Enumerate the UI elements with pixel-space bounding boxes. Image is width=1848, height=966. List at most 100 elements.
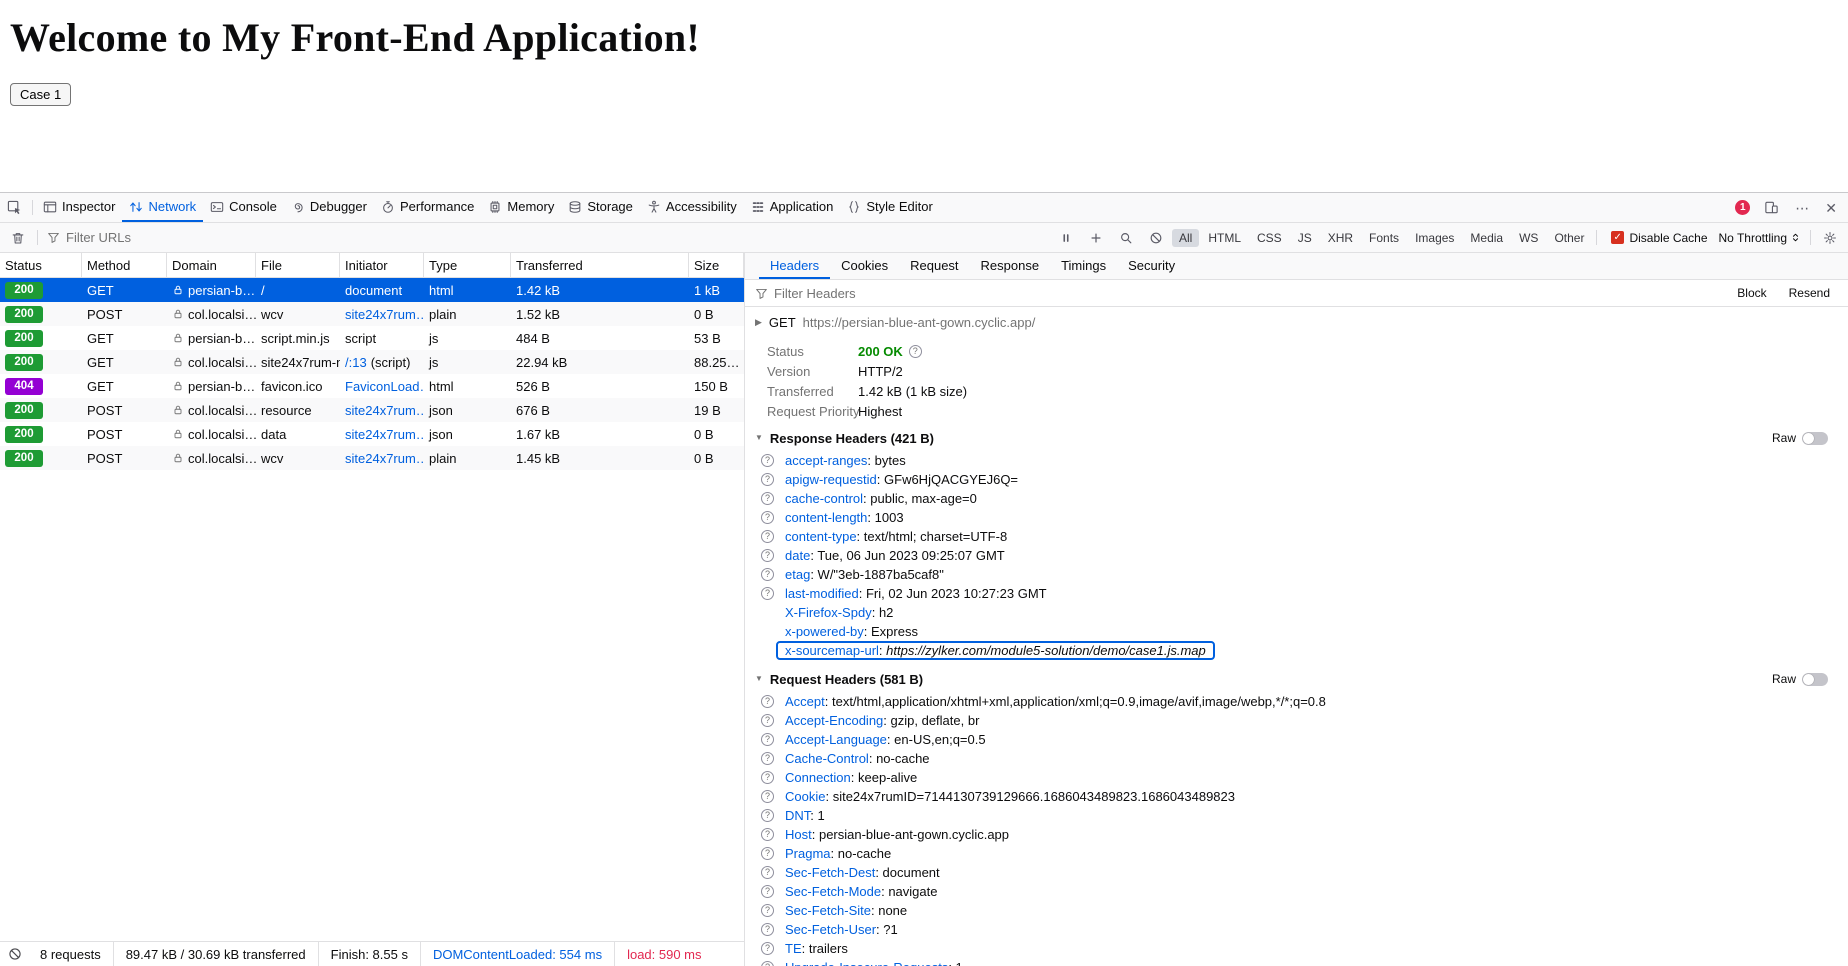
help-icon[interactable]: ? (761, 923, 774, 936)
column-header-file[interactable]: File (256, 253, 340, 277)
header-x-firefox-spdy[interactable]: X-Firefox-Spdy: h2 (745, 603, 1848, 622)
initiator-link[interactable]: site24x7rum… (345, 307, 424, 322)
initiator-link[interactable]: /:13 (345, 355, 367, 370)
initiator-link[interactable]: site24x7rum… (345, 451, 424, 466)
help-icon[interactable]: ? (761, 771, 774, 784)
help-icon[interactable]: ? (761, 549, 774, 562)
filter-headers-input[interactable] (774, 286, 1723, 301)
throttling-select[interactable]: No Throttling (1719, 231, 1801, 245)
type-filter-html[interactable]: HTML (1201, 229, 1248, 247)
help-icon[interactable]: ? (761, 695, 774, 708)
header-te[interactable]: ?TE: trailers (745, 939, 1848, 958)
header-x-powered-by[interactable]: x-powered-by: Express (745, 622, 1848, 641)
twisty-collapsed-icon[interactable]: ▶ (755, 318, 762, 327)
request-row[interactable]: 200POSTcol.localsi…datasite24x7rum…json1… (0, 422, 744, 446)
tab-debugger[interactable]: Debugger (284, 193, 374, 222)
help-icon[interactable]: ? (761, 454, 774, 467)
initiator-link[interactable]: site24x7rum… (345, 427, 424, 442)
twisty-expanded-icon[interactable]: ▼ (755, 434, 763, 442)
header-last-modified[interactable]: ?last-modified: Fri, 02 Jun 2023 10:27:2… (745, 584, 1848, 603)
column-header-domain[interactable]: Domain (167, 253, 256, 277)
help-icon[interactable]: ? (909, 345, 922, 358)
initiator-link[interactable]: FaviconLoad… (345, 379, 424, 394)
tab-performance[interactable]: Performance (374, 193, 481, 222)
column-header-initiator[interactable]: Initiator (340, 253, 424, 277)
header-accept[interactable]: ?Accept: text/html,application/xhtml+xml… (745, 692, 1848, 711)
twisty-expanded-icon[interactable]: ▼ (755, 675, 763, 683)
search-icon[interactable] (1112, 223, 1140, 252)
meatball-menu-icon[interactable]: ⋯ (1788, 193, 1816, 222)
request-headers-section[interactable]: ▼ Request Headers (581 B) Raw (745, 668, 1848, 690)
tab-application[interactable]: Application (744, 193, 841, 222)
tab-network[interactable]: Network (122, 193, 203, 222)
help-icon[interactable]: ? (761, 961, 774, 966)
header-pragma[interactable]: ?Pragma: no-cache (745, 844, 1848, 863)
header-connection[interactable]: ?Connection: keep-alive (745, 768, 1848, 787)
column-header-size[interactable]: Size (689, 253, 744, 277)
detail-tab-request[interactable]: Request (899, 253, 969, 279)
type-filter-media[interactable]: Media (1463, 229, 1510, 247)
case1-button[interactable]: Case 1 (10, 83, 71, 106)
help-icon[interactable]: ? (761, 714, 774, 727)
help-icon[interactable]: ? (761, 587, 774, 600)
help-icon[interactable]: ? (761, 530, 774, 543)
help-icon[interactable]: ? (761, 809, 774, 822)
header-date[interactable]: ?date: Tue, 06 Jun 2023 09:25:07 GMT (745, 546, 1848, 565)
tab-inspector[interactable]: Inspector (36, 193, 122, 222)
pick-element-icon[interactable] (0, 193, 29, 222)
help-icon[interactable]: ? (761, 790, 774, 803)
help-icon[interactable]: ? (761, 492, 774, 505)
header-accept-encoding[interactable]: ?Accept-Encoding: gzip, deflate, br (745, 711, 1848, 730)
header-accept-ranges[interactable]: ?accept-ranges: bytes (745, 451, 1848, 470)
help-icon[interactable]: ? (761, 511, 774, 524)
column-header-status[interactable]: Status (0, 253, 82, 277)
header-sec-fetch-site[interactable]: ?Sec-Fetch-Site: none (745, 901, 1848, 920)
initiator-link[interactable]: site24x7rum… (345, 403, 424, 418)
network-settings-gear-icon[interactable] (1816, 223, 1844, 252)
help-icon[interactable]: ? (761, 828, 774, 841)
header-apigw-requestid[interactable]: ?apigw-requestid: GFw6HjQACGYEJ6Q= (745, 470, 1848, 489)
type-filter-images[interactable]: Images (1408, 229, 1461, 247)
close-devtools-icon[interactable]: ✕ (1818, 193, 1844, 222)
detail-tab-headers[interactable]: Headers (759, 253, 830, 279)
header-sec-fetch-user[interactable]: ?Sec-Fetch-User: ?1 (745, 920, 1848, 939)
help-icon[interactable]: ? (761, 752, 774, 765)
type-filter-xhr[interactable]: XHR (1321, 229, 1360, 247)
tab-console[interactable]: Console (203, 193, 284, 222)
type-filter-fonts[interactable]: Fonts (1362, 229, 1406, 247)
detail-tab-security[interactable]: Security (1117, 253, 1186, 279)
error-count-badge[interactable]: 1 (1735, 200, 1750, 215)
pause-icon[interactable] (1052, 223, 1080, 252)
type-filter-css[interactable]: CSS (1250, 229, 1289, 247)
header-content-length[interactable]: ?content-length: 1003 (745, 508, 1848, 527)
help-icon[interactable]: ? (761, 568, 774, 581)
response-headers-section[interactable]: ▼ Response Headers (421 B) Raw (745, 427, 1848, 449)
clear-requests-trash-icon[interactable] (4, 223, 32, 252)
request-row[interactable]: 200GETcol.localsi…site24x7rum-mi…/:13 (s… (0, 350, 744, 374)
header-host[interactable]: ?Host: persian-blue-ant-gown.cyclic.app (745, 825, 1848, 844)
type-filter-js[interactable]: JS (1291, 229, 1319, 247)
tab-accessibility[interactable]: Accessibility (640, 193, 744, 222)
column-header-transferred[interactable]: Transferred (511, 253, 689, 277)
help-icon[interactable]: ? (761, 866, 774, 879)
type-filter-ws[interactable]: WS (1512, 229, 1545, 247)
detail-tab-timings[interactable]: Timings (1050, 253, 1117, 279)
request-row[interactable]: 200POSTcol.localsi…resourcesite24x7rum…j… (0, 398, 744, 422)
request-summary-line[interactable]: ▶ GET https://persian-blue-ant-gown.cycl… (745, 312, 1848, 332)
header-accept-language[interactable]: ?Accept-Language: en-US,en;q=0.5 (745, 730, 1848, 749)
block-button[interactable]: Block (1729, 284, 1774, 302)
tab-memory[interactable]: Memory (481, 193, 561, 222)
help-icon[interactable]: ? (761, 847, 774, 860)
request-row[interactable]: 200POSTcol.localsi…wcvsite24x7rum…plain1… (0, 302, 744, 326)
header-content-type[interactable]: ?content-type: text/html; charset=UTF-8 (745, 527, 1848, 546)
header-sec-fetch-dest[interactable]: ?Sec-Fetch-Dest: document (745, 863, 1848, 882)
header-cache-control[interactable]: ?cache-control: public, max-age=0 (745, 489, 1848, 508)
help-icon[interactable]: ? (761, 904, 774, 917)
header-dnt[interactable]: ?DNT: 1 (745, 806, 1848, 825)
tab-storage[interactable]: Storage (561, 193, 640, 222)
disable-cache-toggle[interactable]: Disable Cache (1611, 231, 1707, 245)
header-x-sourcemap-url[interactable]: x-sourcemap-url: https://zylker.com/modu… (745, 641, 1848, 660)
help-icon[interactable]: ? (761, 473, 774, 486)
help-icon[interactable]: ? (761, 885, 774, 898)
request-row[interactable]: 404GETpersian-b…favicon.icoFaviconLoad…h… (0, 374, 744, 398)
